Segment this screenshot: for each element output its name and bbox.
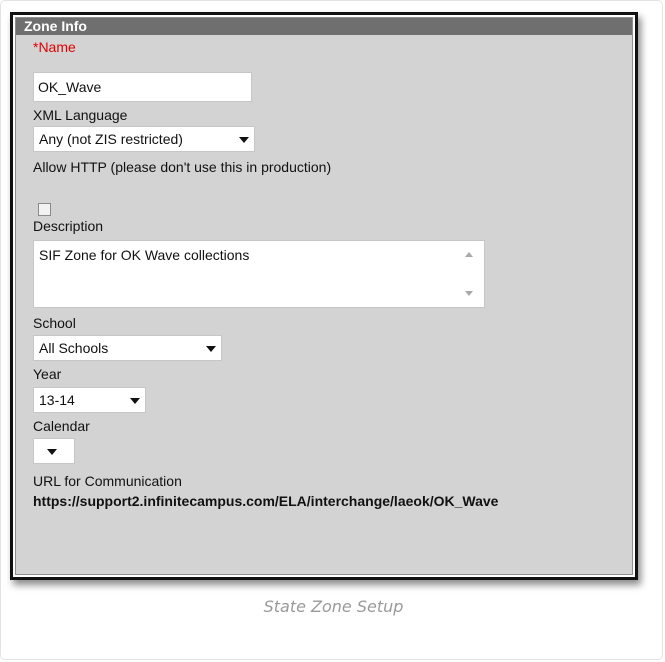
url-value: https://support2.infinitecampus.com/ELA/… (33, 493, 499, 509)
name-input[interactable]: OK_Wave (33, 72, 252, 102)
image-caption: State Zone Setup (263, 597, 404, 616)
image-card: Zone Info *Name OK_Wave XML Language Any… (0, 0, 663, 660)
xml-language-label: XML Language (33, 107, 128, 123)
allow-http-checkbox[interactable] (38, 203, 51, 216)
chevron-down-icon[interactable] (206, 346, 216, 352)
url-label: URL for Communication (33, 473, 182, 489)
xml-language-select[interactable]: Any (not ZIS restricted) (33, 126, 255, 152)
chevron-down-icon[interactable] (47, 449, 57, 455)
year-value: 13-14 (39, 392, 75, 408)
year-label: Year (33, 366, 62, 382)
description-label: Description (33, 218, 104, 234)
chevron-down-icon[interactable] (130, 398, 140, 404)
zone-info-form: Zone Info *Name OK_Wave XML Language Any… (15, 17, 633, 575)
school-label: School (33, 315, 76, 331)
scroll-up-arrow-icon[interactable] (465, 252, 473, 257)
xml-language-value: Any (not ZIS restricted) (39, 131, 183, 147)
calendar-label: Calendar (33, 418, 90, 434)
school-value: All Schools (39, 340, 109, 356)
allow-http-label: Allow HTTP (please don't use this in pro… (33, 159, 332, 175)
zone-info-panel: Zone Info *Name OK_Wave XML Language Any… (10, 12, 638, 580)
chevron-down-icon (239, 137, 249, 143)
panel-header: Zone Info (16, 18, 632, 35)
description-text: SIF Zone for OK Wave collections (39, 247, 250, 263)
description-textarea[interactable]: SIF Zone for OK Wave collections (33, 240, 485, 308)
name-label: *Name (33, 39, 76, 55)
scroll-down-arrow-icon[interactable] (465, 291, 473, 296)
calendar-select[interactable] (33, 438, 75, 464)
school-select[interactable]: All Schools (33, 335, 222, 361)
year-select[interactable]: 13-14 (33, 387, 146, 413)
